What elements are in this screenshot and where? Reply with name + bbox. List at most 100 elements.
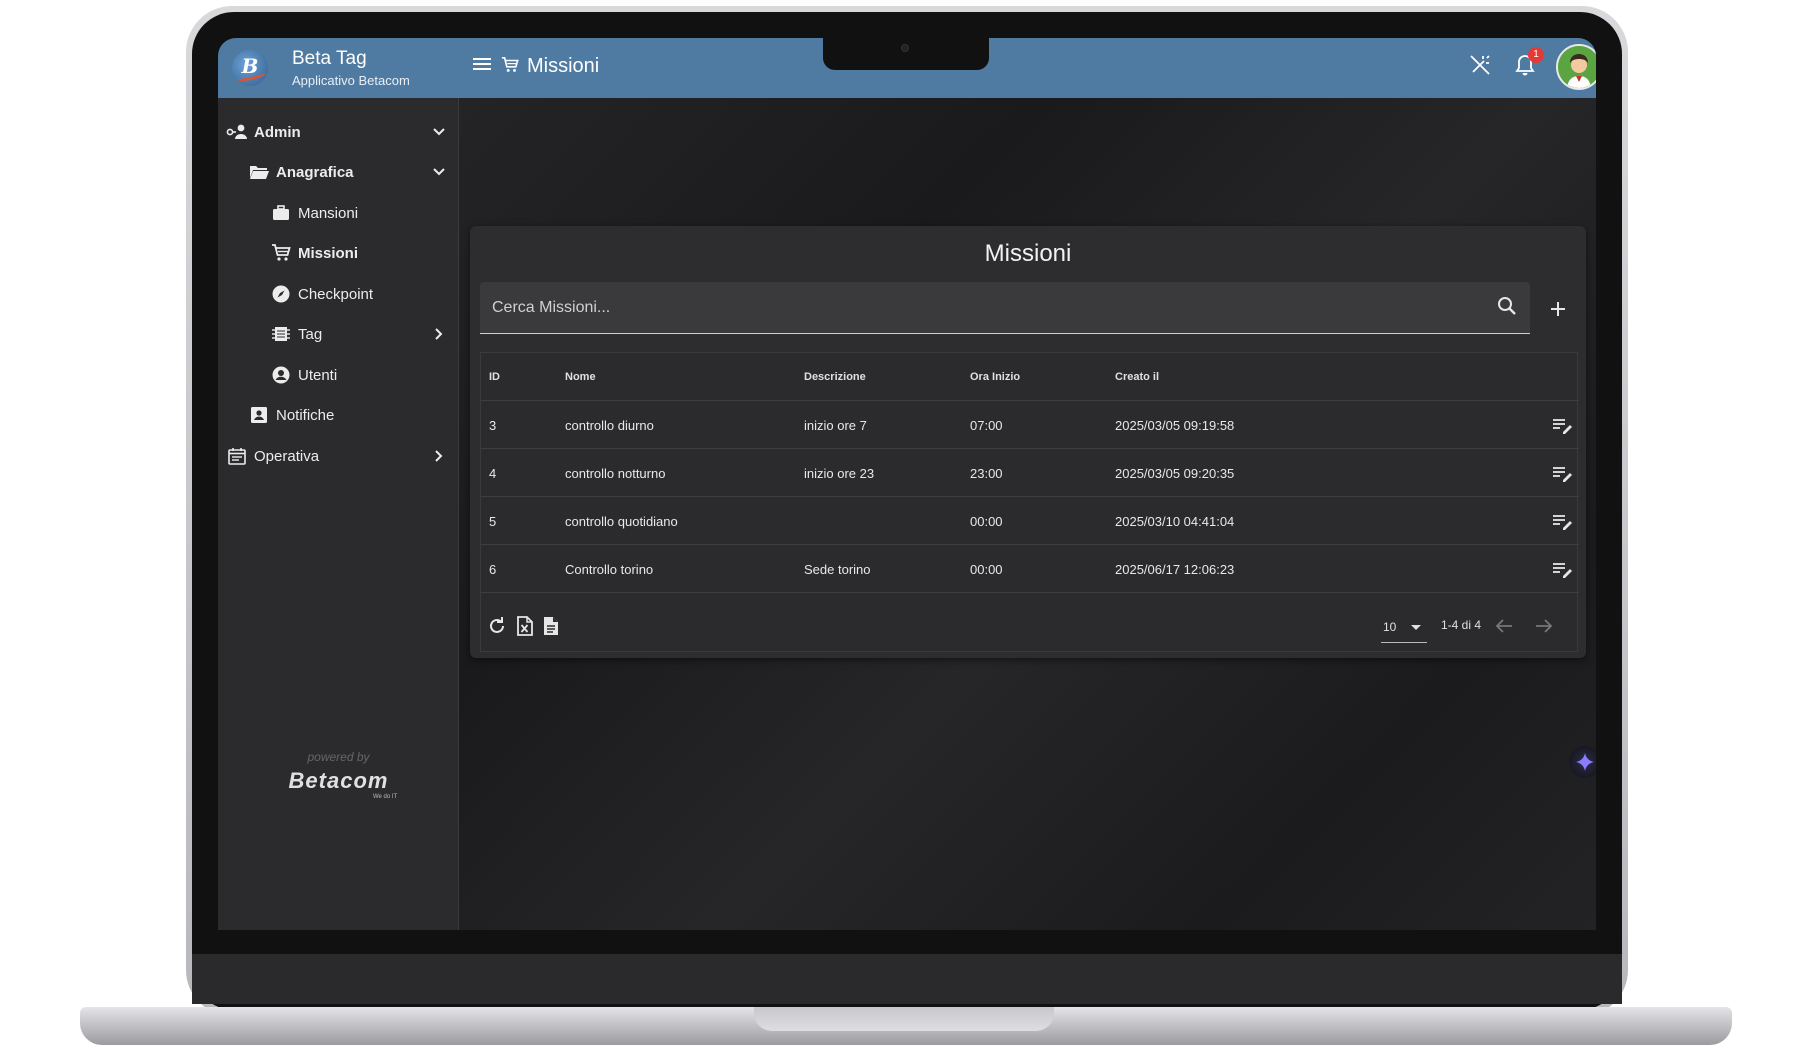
plus-icon: [1551, 302, 1565, 316]
page-size-select[interactable]: 10: [1381, 611, 1427, 643]
page-title: Missioni: [527, 55, 600, 77]
avatar[interactable]: [1556, 44, 1596, 90]
sidebar-item-label: Mansioni: [298, 204, 359, 222]
sidebar-item-operativa[interactable]: Operativa: [226, 436, 448, 476]
powered-by-label: powered by: [307, 750, 370, 764]
arrow-right-icon[interactable]: [1531, 613, 1557, 639]
cell-id: 3: [489, 417, 497, 433]
cell-nome: controllo quotidiano: [565, 513, 678, 529]
main-content: Missioni ID Nome Descrizione Ora Inizio …: [459, 98, 1596, 930]
app-title: Beta Tag: [292, 48, 367, 69]
cell-descrizione: Sede torino: [804, 561, 871, 577]
calendar-list-icon: [226, 445, 248, 467]
betacom-logo: Betacom: [288, 768, 389, 793]
excel-export-icon[interactable]: [513, 614, 537, 638]
magic-wand-off-icon[interactable]: [1469, 54, 1491, 81]
sidebar-item-checkpoint[interactable]: Checkpoint: [270, 274, 448, 314]
cell-ora-inizio: 00:00: [970, 513, 1003, 529]
notification-badge: 1: [1528, 47, 1544, 63]
search-icon[interactable]: [1497, 296, 1517, 321]
sidebar-item-missioni[interactable]: Missioni: [270, 233, 448, 273]
sidebar-item-label: Checkpoint: [298, 285, 374, 303]
sidebar-item-label: Missioni: [298, 244, 359, 262]
sparkle-icon: [1576, 753, 1594, 771]
cell-creato-il: 2025/03/05 09:20:35: [1115, 465, 1235, 481]
cell-creato-il: 2025/03/05 09:19:58: [1115, 417, 1235, 433]
compass-icon: [270, 283, 292, 305]
table-row[interactable]: 3 controllo diurno inizio ore 7 07:00 20…: [481, 401, 1579, 449]
sidebar-item-notifiche[interactable]: Notifiche: [248, 395, 448, 435]
admin-icon: [226, 121, 248, 143]
cell-ora-inizio: 00:00: [970, 561, 1003, 577]
account-circle-icon: [270, 364, 292, 386]
table-header-row: ID Nome Descrizione Ora Inizio Creato il: [481, 353, 1579, 401]
sidebar-item-utenti[interactable]: Utenti: [270, 355, 448, 395]
add-button[interactable]: [1545, 296, 1571, 322]
search-input[interactable]: [492, 296, 1472, 320]
cell-descrizione: inizio ore 23: [804, 465, 875, 481]
missioni-card: Missioni ID Nome Descrizione Ora Inizio …: [470, 226, 1586, 658]
sidebar-item-label: Notifiche: [276, 406, 335, 424]
sidebar-item-mansioni[interactable]: Mansioni: [270, 193, 448, 233]
app-screen: B Beta Tag Applicativo Betacom Admin Ana…: [218, 38, 1596, 930]
refresh-icon[interactable]: [485, 614, 509, 638]
brand-header[interactable]: B Beta Tag Applicativo Betacom: [218, 38, 459, 98]
cell-id: 4: [489, 465, 497, 481]
cell-nome: controllo diurno: [565, 417, 654, 433]
chevron-right-icon: [430, 447, 448, 465]
edit-note-icon[interactable]: [1551, 558, 1573, 580]
app-subtitle: Applicativo Betacom: [292, 73, 410, 88]
cell-nome: controllo notturno: [565, 465, 666, 481]
card-title: Missioni: [984, 240, 1072, 267]
top-app-bar: Missioni 1: [459, 38, 1596, 98]
table-footer: 10 1-4 di 4: [481, 601, 1579, 651]
column-header-nome[interactable]: Nome: [565, 353, 596, 401]
search-field[interactable]: [480, 282, 1530, 334]
betacom-tagline: We do IT: [373, 794, 398, 800]
cell-nome: Controllo torino: [565, 561, 654, 577]
cell-id: 6: [489, 561, 497, 577]
chip-icon: [270, 323, 292, 345]
document-export-icon[interactable]: [539, 614, 563, 638]
briefcase-icon: [270, 202, 292, 224]
table-row[interactable]: 4 controllo notturno inizio ore 23 23:00…: [481, 449, 1579, 497]
laptop-chin: [192, 954, 1622, 1004]
edit-note-icon[interactable]: [1551, 414, 1573, 436]
folder-open-icon: [248, 161, 270, 183]
cell-descrizione: inizio ore 7: [804, 417, 867, 433]
table-row[interactable]: 6 Controllo torino Sede torino 00:00 202…: [481, 545, 1579, 593]
caret-down-icon: [1411, 625, 1421, 630]
brand-logo: B: [232, 50, 268, 86]
sidebar-item-label: Operativa: [254, 447, 320, 465]
chevron-down-icon: [430, 123, 448, 141]
cell-ora-inizio: 23:00: [970, 465, 1003, 481]
pagination-range: 1-4 di 4: [1441, 618, 1482, 632]
table-row[interactable]: 5 controllo quotidiano 00:00 2025/03/10 …: [481, 497, 1579, 545]
cart-icon: [270, 242, 292, 264]
edit-note-icon[interactable]: [1551, 510, 1573, 532]
column-header-creato-il[interactable]: Creato il: [1115, 353, 1159, 401]
sidebar-item-label: Utenti: [298, 366, 338, 384]
sidebar-item-label: Tag: [298, 325, 323, 343]
sidebar-item-admin[interactable]: Admin: [226, 112, 448, 152]
column-header-id[interactable]: ID: [489, 353, 500, 401]
sidebar-item-label: Anagrafica: [276, 163, 354, 181]
cell-creato-il: 2025/03/10 04:41:04: [1115, 513, 1235, 529]
camera-notch: [823, 38, 989, 70]
column-header-ora-inizio[interactable]: Ora Inizio: [970, 353, 1020, 401]
chevron-down-icon: [430, 163, 448, 181]
missioni-table: ID Nome Descrizione Ora Inizio Creato il…: [480, 352, 1579, 652]
cell-ora-inizio: 07:00: [970, 417, 1003, 433]
ai-assistant-button[interactable]: [1569, 746, 1596, 778]
column-header-descrizione[interactable]: Descrizione: [804, 353, 866, 401]
sidebar-item-anagrafica[interactable]: Anagrafica: [248, 152, 448, 192]
menu-icon[interactable]: [473, 57, 491, 76]
cart-icon: [501, 56, 519, 79]
laptop-base-groove: [754, 1007, 1054, 1031]
sidebar-item-tag[interactable]: Tag: [270, 314, 448, 354]
arrow-left-icon[interactable]: [1491, 613, 1517, 639]
sidebar-item-label: Admin: [254, 123, 301, 141]
edit-note-icon[interactable]: [1551, 462, 1573, 484]
cell-creato-il: 2025/06/17 12:06:23: [1115, 561, 1235, 577]
cell-id: 5: [489, 513, 497, 529]
